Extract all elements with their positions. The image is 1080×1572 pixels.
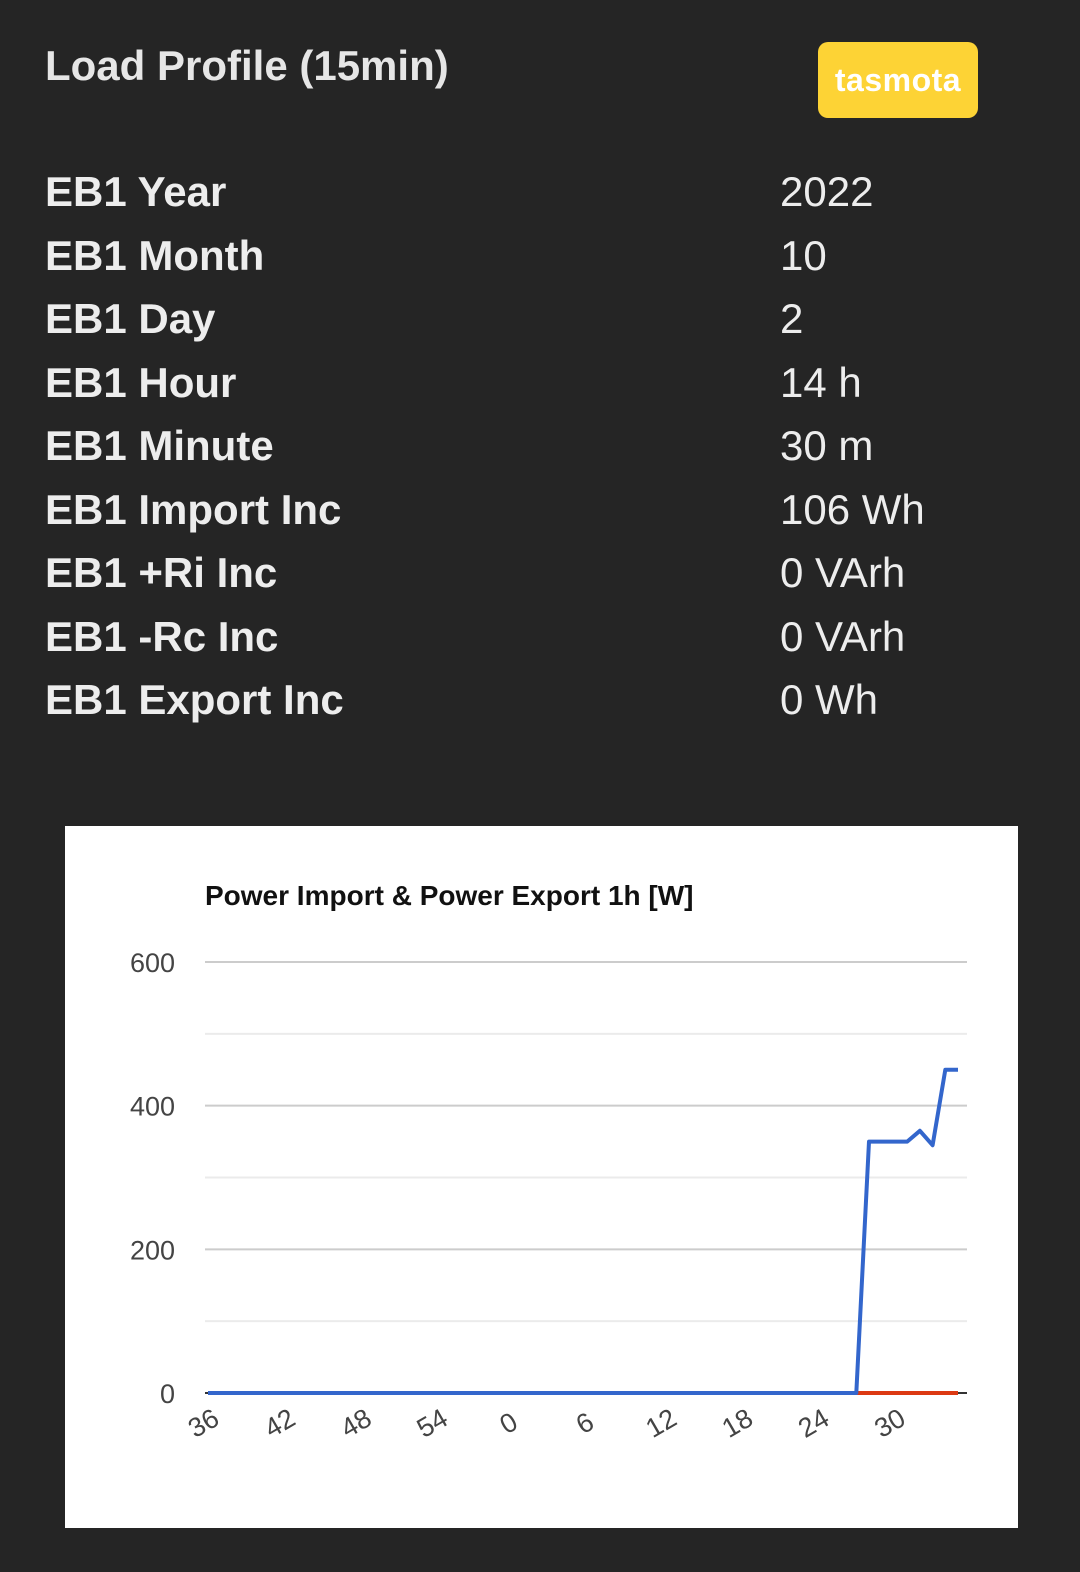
x-tick-label: 54 <box>412 1403 453 1444</box>
reading-value: 30 m <box>780 422 874 469</box>
chart-panel: Power Import & Power Export 1h [W] 600 400… <box>65 826 1018 1528</box>
reading-label: EB1 Import Inc <box>45 485 342 533</box>
reading-row: EB1 +Ri Inc 0 VArh <box>45 541 1005 605</box>
reading-value: 0 Wh <box>780 676 879 723</box>
reading-label: EB1 Month <box>45 231 265 279</box>
x-tick-label: 36 <box>183 1403 224 1444</box>
reading-row: EB1 -Rc Inc 0 VArh <box>45 605 1005 669</box>
reading-row: EB1 Month 10 <box>45 224 1005 288</box>
x-tick-label: 0 <box>495 1406 523 1439</box>
reading-label: EB1 Year <box>45 168 227 215</box>
x-tick-label: 6 <box>571 1406 599 1439</box>
reading-label: EB1 -Rc Inc <box>45 612 279 660</box>
y-tick-label: 200 <box>130 1235 175 1265</box>
reading-value: 0 VArh <box>780 549 906 596</box>
y-tick-label: 600 <box>130 948 175 978</box>
x-tick-label: 30 <box>869 1403 910 1444</box>
y-tick-label: 400 <box>130 1092 175 1122</box>
power-chart: Power Import & Power Export 1h [W]600400… <box>130 880 967 1444</box>
reading-value: 106 Wh <box>780 485 925 533</box>
reading-row: EB1 Year 2022 <box>45 160 1005 224</box>
reading-label: EB1 Export Inc <box>45 676 344 723</box>
reading-row: EB1 Day 2 <box>45 287 1005 351</box>
reading-row: EB1 Minute 30 m <box>45 414 1005 478</box>
reading-value: 10 <box>780 231 827 279</box>
reading-value: 14 h <box>780 358 862 406</box>
reading-label: EB1 +Ri Inc <box>45 549 278 596</box>
series-line-import <box>208 1067 958 1395</box>
chart-title: Power Import & Power Export 1h [W] <box>205 880 693 911</box>
tasmota-logo[interactable]: tasmota <box>818 42 978 118</box>
reading-value: 2022 <box>780 168 874 215</box>
y-tick-label: 0 <box>160 1379 175 1409</box>
reading-label: EB1 Hour <box>45 358 237 406</box>
reading-row: EB1 Export Inc 0 Wh <box>45 668 1005 732</box>
reading-row: EB1 Hour 14 h <box>45 351 1005 415</box>
x-tick-label: 24 <box>793 1403 834 1444</box>
x-tick-label: 42 <box>259 1403 300 1444</box>
x-tick-label: 18 <box>717 1403 758 1444</box>
reading-label: EB1 Day <box>45 295 216 342</box>
page-title: Load Profile (15min) <box>45 42 449 89</box>
x-tick-label: 12 <box>641 1403 682 1444</box>
reading-label: EB1 Minute <box>45 422 274 469</box>
x-tick-label: 48 <box>336 1403 377 1444</box>
reading-value: 2 <box>780 295 804 342</box>
reading-value: 0 VArh <box>780 612 906 660</box>
reading-row: EB1 Import Inc 106 Wh <box>45 478 1005 542</box>
readings-table: EB1 Year 2022 EB1 Month 10 EB1 Day 2 EB1 Hour 1… <box>45 160 1005 732</box>
